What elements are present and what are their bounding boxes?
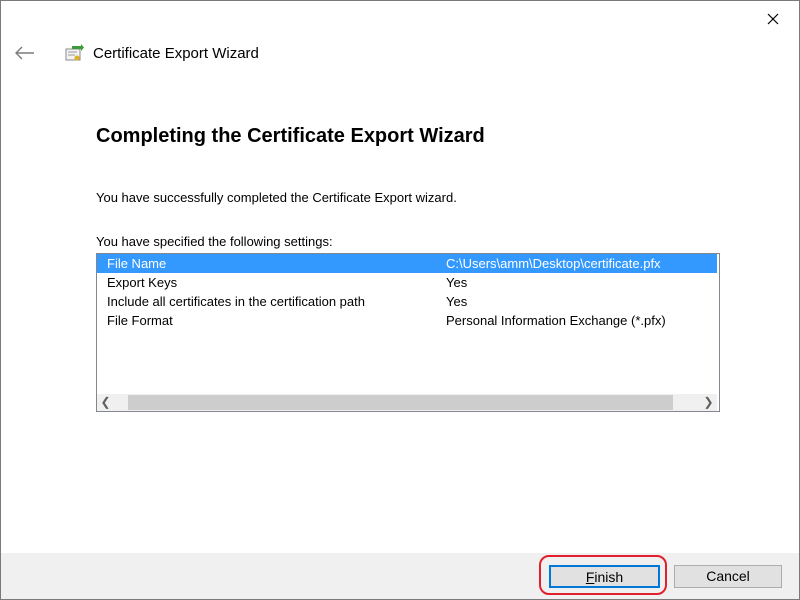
- setting-value: C:\Users\amm\Desktop\certificate.pfx: [446, 256, 661, 271]
- back-button[interactable]: [13, 43, 37, 63]
- wizard-footer: Finish Cancel: [1, 553, 799, 599]
- scrollbar-thumb[interactable]: [128, 395, 673, 410]
- setting-value: Personal Information Exchange (*.pfx): [446, 313, 666, 328]
- setting-name: File Format: [107, 313, 173, 328]
- page-heading: Completing the Certificate Export Wizard: [96, 125, 485, 147]
- certificate-export-wizard-window: Certificate Export Wizard Completing the…: [0, 0, 800, 600]
- settings-rows: File Name C:\Users\amm\Desktop\certificat…: [97, 254, 717, 330]
- settings-row[interactable]: File Format Personal Information Exchange…: [97, 311, 717, 330]
- settings-row[interactable]: Export Keys Yes: [97, 273, 717, 292]
- setting-name: Include all certificates in the certific…: [107, 294, 365, 309]
- settings-row[interactable]: File Name C:\Users\amm\Desktop\certificat…: [97, 254, 717, 273]
- finish-label-rest: inish: [594, 569, 624, 585]
- setting-value: Yes: [446, 294, 468, 309]
- scroll-right-icon[interactable]: ❯: [700, 394, 717, 411]
- settings-listbox[interactable]: File Name C:\Users\amm\Desktop\certificat…: [96, 253, 720, 412]
- cancel-button[interactable]: Cancel: [674, 565, 782, 588]
- close-button[interactable]: [761, 7, 785, 31]
- setting-name: File Name: [107, 256, 167, 271]
- close-icon: [767, 13, 779, 25]
- back-arrow-icon: [15, 46, 34, 60]
- success-message: You have successfully completed the Cert…: [96, 190, 457, 205]
- setting-name: Export Keys: [107, 275, 178, 290]
- certificate-wizard-icon: [63, 43, 85, 65]
- wizard-title: Certificate Export Wizard: [93, 45, 259, 62]
- horizontal-scrollbar[interactable]: ❮ ❯: [97, 394, 717, 411]
- settings-row[interactable]: Include all certificates in the certific…: [97, 292, 717, 311]
- finish-button[interactable]: Finish: [549, 565, 660, 588]
- scroll-left-icon[interactable]: ❮: [97, 394, 114, 411]
- setting-value: Yes: [446, 275, 468, 290]
- settings-label: You have specified the following setting…: [96, 234, 333, 249]
